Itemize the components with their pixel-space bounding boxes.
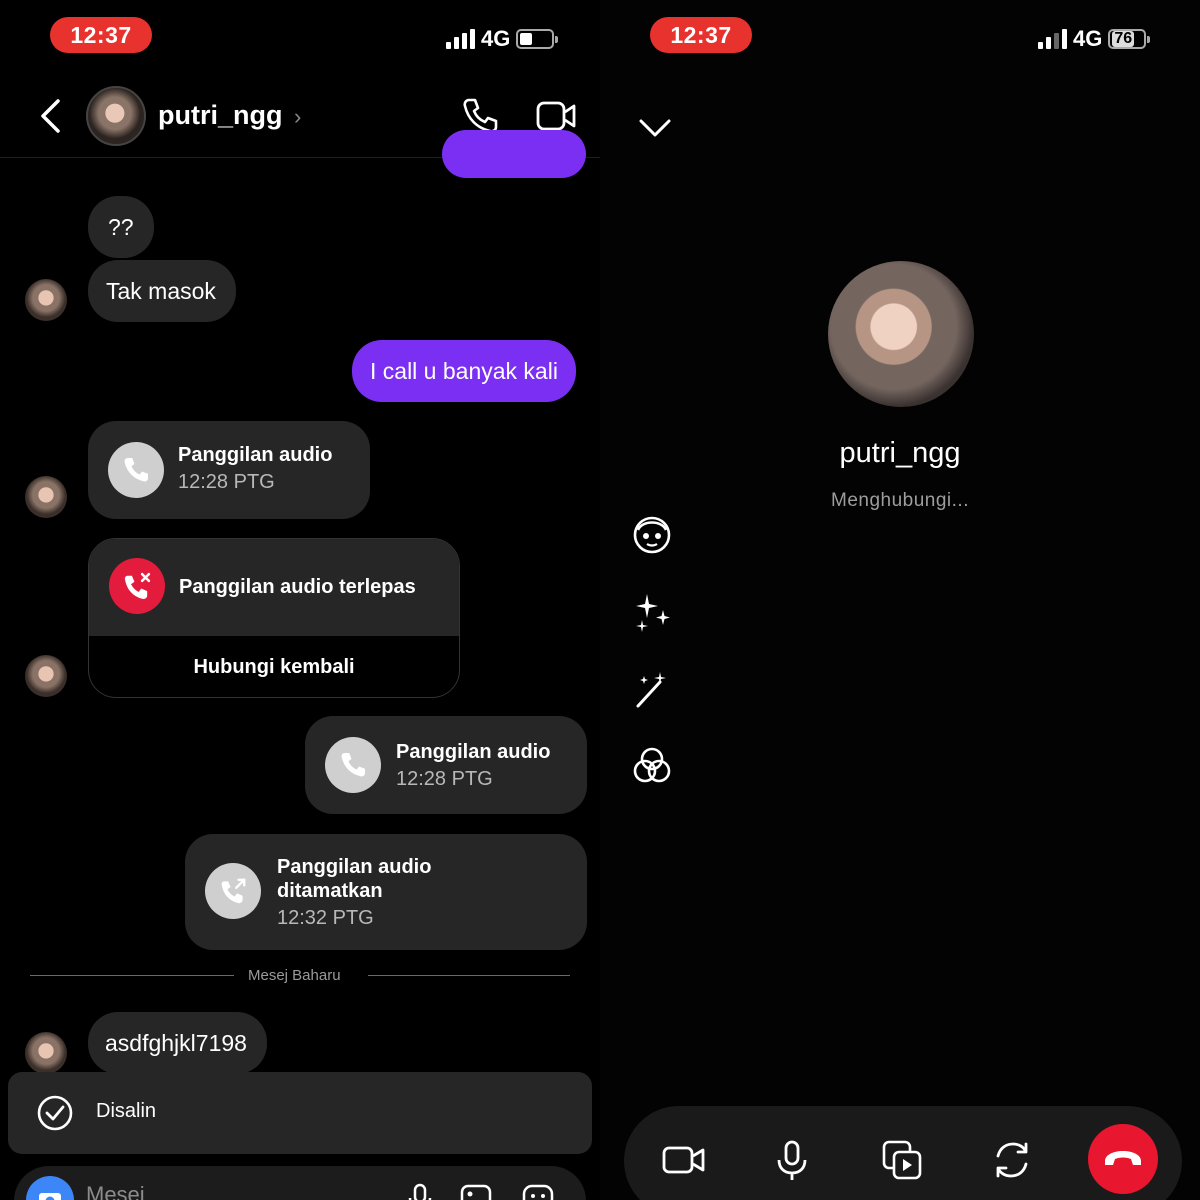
call-log-card[interactable]: Panggilan audio 12:28 PTG <box>88 421 370 519</box>
new-messages-label: Mesej Baharu <box>248 967 341 984</box>
status-time: 12:37 <box>650 17 752 53</box>
avatar[interactable] <box>86 86 146 146</box>
avatar[interactable] <box>25 476 67 518</box>
divider <box>368 975 570 976</box>
message-bubble-incoming[interactable]: ?? <box>88 196 154 258</box>
microphone-icon[interactable] <box>402 1180 438 1200</box>
chevron-down-icon[interactable] <box>638 116 672 140</box>
camera-icon[interactable] <box>26 1176 74 1200</box>
avatar[interactable] <box>25 279 67 321</box>
chevron-right-icon[interactable]: › <box>294 104 301 130</box>
sparkles-icon[interactable] <box>630 590 674 634</box>
phone-icon <box>108 442 164 498</box>
call-status: Menghubungi... <box>831 490 969 511</box>
flip-camera-icon[interactable] <box>988 1136 1036 1184</box>
call-log-card[interactable]: Panggilan audio 12:28 PTG <box>305 716 587 814</box>
battery-icon <box>516 29 559 49</box>
signal-icon <box>446 29 475 49</box>
avatar[interactable] <box>25 655 67 697</box>
signal-icon <box>1038 29 1067 49</box>
network-type: 4G <box>1073 26 1103 51</box>
magic-wand-icon[interactable] <box>630 668 674 712</box>
check-icon <box>37 1095 73 1131</box>
contact-username[interactable]: putri_ngg <box>158 100 282 131</box>
gallery-icon[interactable] <box>458 1180 494 1200</box>
gallery-icon[interactable] <box>878 1136 926 1184</box>
message-bubble-incoming[interactable]: Tak masok <box>88 260 236 322</box>
message-bubble-incoming[interactable]: asdfghjkl7198 <box>88 1012 267 1074</box>
message-composer <box>14 1166 586 1200</box>
network-type: 4G <box>481 26 511 51</box>
video-icon[interactable] <box>660 1136 708 1184</box>
call-back-button[interactable]: Hubungi kembali <box>89 655 459 679</box>
status-time: 12:37 <box>50 17 152 53</box>
sticker-icon[interactable] <box>520 1180 556 1200</box>
missed-call-icon <box>109 558 165 614</box>
end-call-button[interactable] <box>1088 1124 1158 1194</box>
battery-icon: 76 <box>1108 29 1151 49</box>
divider <box>30 975 234 976</box>
message-input[interactable] <box>86 1182 366 1200</box>
back-icon[interactable] <box>38 98 64 134</box>
microphone-icon[interactable] <box>768 1136 816 1184</box>
end-call-icon <box>1105 1151 1141 1165</box>
status-indicators: 4G 76 <box>1038 26 1151 52</box>
copied-toast: Disalin <box>8 1072 592 1154</box>
missed-call-card: Panggilan audio terlepas Hubungi kembali <box>88 538 460 698</box>
outgoing-call-icon <box>205 863 261 919</box>
avatar-effect-icon[interactable] <box>630 512 674 556</box>
chat-screen: 12:37 4G putri_ngg › ?? Tak masok I call… <box>0 0 600 1200</box>
message-bubble-outgoing-partial[interactable] <box>442 130 586 178</box>
avatar <box>828 261 974 407</box>
call-screen: 12:37 4G 76 putri_ngg Menghubungi... <box>600 0 1200 1200</box>
message-bubble-outgoing[interactable]: I call u banyak kali <box>352 340 576 402</box>
avatar[interactable] <box>25 1032 67 1074</box>
call-log-card[interactable]: Panggilan audio ditamatkan 12:32 PTG <box>185 834 587 950</box>
call-contact-name: putri_ngg <box>839 437 961 469</box>
phone-icon <box>325 737 381 793</box>
status-indicators: 4G <box>446 26 559 52</box>
call-controls <box>624 1106 1182 1200</box>
filters-icon[interactable] <box>630 744 674 788</box>
